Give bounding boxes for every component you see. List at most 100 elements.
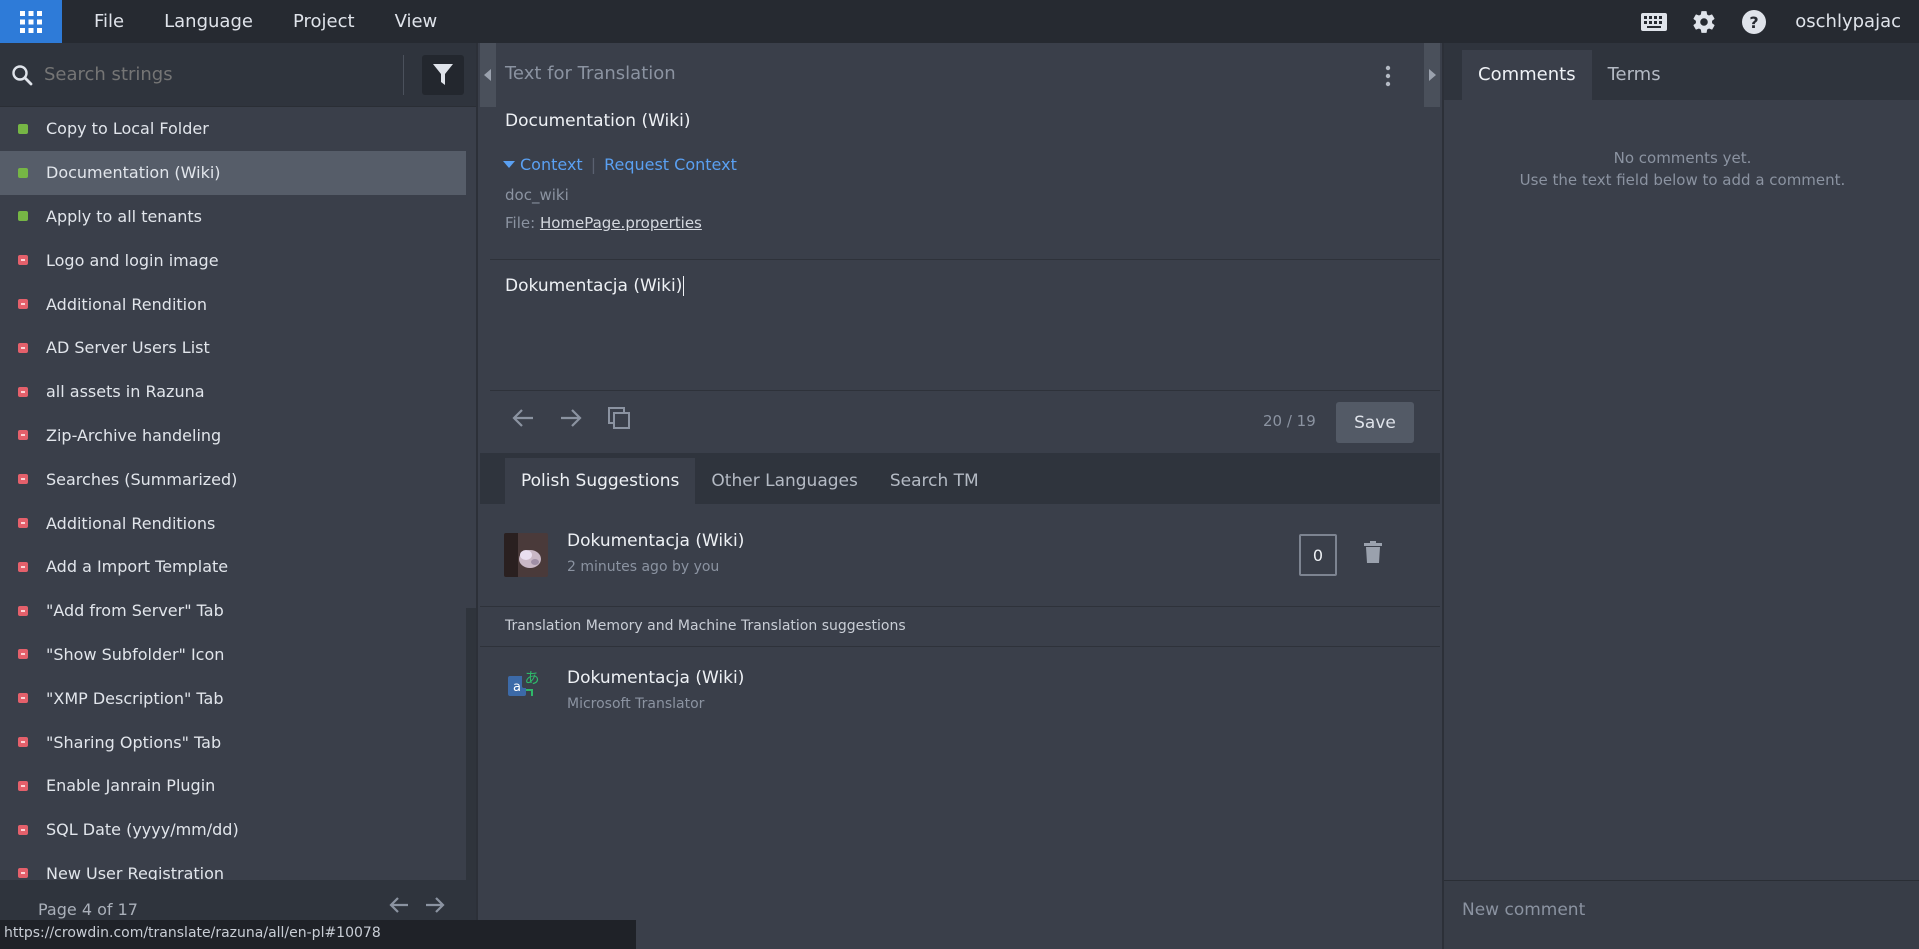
string-list-item[interactable]: Additional Rendition: [0, 282, 466, 326]
suggestion-meta: 2 minutes ago by you: [567, 559, 720, 575]
string-list-item-label: all assets in Razuna: [46, 382, 205, 402]
string-list-item-label: "Show Subfolder" Icon: [46, 644, 225, 664]
untranslated-status-icon: [18, 255, 28, 266]
string-list-item[interactable]: "Sharing Options" Tab: [0, 720, 466, 764]
context-row: Context | Request Context: [503, 155, 737, 174]
vote-count[interactable]: 0: [1299, 534, 1337, 576]
help-button[interactable]: ?: [1729, 0, 1779, 43]
string-list: Copy to Local Folder Documentation (Wiki)…: [0, 107, 466, 880]
next-string-button[interactable]: [558, 405, 584, 431]
search-divider: [403, 54, 404, 95]
strings-panel: Copy to Local Folder Documentation (Wiki)…: [0, 43, 478, 949]
filter-icon: [433, 63, 453, 85]
request-context-link[interactable]: Request Context: [604, 155, 737, 174]
empty-comments-line-2: Use the text field below to add a commen…: [1519, 171, 1846, 189]
string-list-item[interactable]: Additional Renditions: [0, 501, 466, 545]
context-link[interactable]: Context: [520, 155, 583, 174]
string-list-item[interactable]: Apply to all tenants: [0, 195, 466, 239]
tab-comments[interactable]: Comments: [1462, 50, 1592, 100]
translation-input[interactable]: Dokumentacja (Wiki): [505, 276, 685, 296]
string-list-item[interactable]: New User Registration: [0, 852, 466, 880]
top-bar: File Language Project View ? oschlypajac: [0, 0, 1919, 43]
page-label: Page 4 of 17: [38, 900, 138, 919]
untranslated-status-icon: [18, 386, 28, 397]
menu-project[interactable]: Project: [273, 0, 375, 43]
tab-polish-suggestions[interactable]: Polish Suggestions: [505, 458, 696, 504]
apps-icon: [20, 10, 42, 33]
divider: [490, 259, 1440, 260]
caret-down-icon: [503, 160, 515, 168]
string-list-item-label: Apply to all tenants: [46, 206, 202, 226]
tab-other-languages[interactable]: Other Languages: [695, 458, 873, 504]
suggestion-item[interactable]: Dokumentacja (Wiki) 2 minutes ago by you…: [480, 511, 1440, 606]
string-list-item[interactable]: Searches (Summarized): [0, 457, 466, 501]
previous-string-button[interactable]: [510, 405, 536, 431]
help-icon: ?: [1742, 9, 1767, 34]
apps-menu-button[interactable]: [0, 0, 62, 43]
string-list-item[interactable]: AD Server Users List: [0, 326, 466, 370]
string-list-item[interactable]: Enable Janrain Plugin: [0, 764, 466, 808]
menu-file[interactable]: File: [74, 0, 144, 43]
settings-button[interactable]: [1679, 0, 1729, 43]
keyboard-shortcuts-button[interactable]: [1629, 0, 1679, 43]
translator-icon: a あ: [508, 668, 542, 702]
string-list-item-label: Add a Import Template: [46, 557, 229, 577]
string-list-item-label: "Add from Server" Tab: [46, 601, 224, 621]
string-list-item-label: Zip-Archive handeling: [46, 425, 222, 445]
string-list-item[interactable]: "Show Subfolder" Icon: [0, 633, 466, 677]
copy-source-button[interactable]: [606, 405, 632, 431]
menu-view[interactable]: View: [375, 0, 458, 43]
scrollbar[interactable]: [466, 608, 476, 880]
more-options-button[interactable]: [1385, 65, 1391, 91]
new-comment-input[interactable]: New comment: [1444, 880, 1919, 949]
string-list-item[interactable]: Copy to Local Folder: [0, 107, 466, 151]
string-list-item[interactable]: Documentation (Wiki): [0, 150, 466, 195]
comments-panel: Comments Terms No comments yet. Use the …: [1442, 43, 1919, 949]
string-list-item[interactable]: Logo and login image: [0, 238, 466, 282]
untranslated-status-icon: [18, 474, 28, 485]
username[interactable]: oschlypajac: [1779, 11, 1919, 32]
chevron-right-icon: [1429, 69, 1436, 81]
file-info: File: HomePage.properties: [505, 214, 702, 232]
untranslated-status-icon: [18, 342, 28, 353]
string-list-item[interactable]: SQL Date (yyyy/mm/dd): [0, 808, 466, 852]
string-list-item-label: "XMP Description" Tab: [46, 688, 224, 708]
string-list-item-label: Searches (Summarized): [46, 469, 238, 489]
tab-search-tm[interactable]: Search TM: [874, 458, 995, 504]
filter-button[interactable]: [422, 54, 464, 95]
collapse-left-button[interactable]: [480, 43, 496, 107]
string-list-item-label: Enable Janrain Plugin: [46, 776, 216, 796]
untranslated-status-icon: [18, 605, 28, 616]
collapse-right-button[interactable]: [1424, 43, 1440, 107]
string-list-item[interactable]: all assets in Razuna: [0, 370, 466, 414]
untranslated-status-icon: [18, 561, 28, 572]
mt-suggestion-item[interactable]: a あ Dokumentacja (Wiki) Microsoft Transl…: [480, 648, 1440, 743]
suggestion-text: Dokumentacja (Wiki): [567, 531, 745, 551]
string-list-item[interactable]: Zip-Archive handeling: [0, 414, 466, 458]
string-list-item[interactable]: "Add from Server" Tab: [0, 589, 466, 633]
menu-language[interactable]: Language: [144, 0, 273, 43]
file-link[interactable]: HomePage.properties: [540, 214, 702, 232]
suggestion-tabs: Polish Suggestions Other Languages Searc…: [480, 453, 1440, 504]
chevron-left-icon: [484, 69, 491, 81]
translated-status-icon: [18, 211, 28, 222]
string-list-item[interactable]: Add a Import Template: [0, 545, 466, 589]
string-list-item[interactable]: "XMP Description" Tab: [0, 676, 466, 720]
save-button[interactable]: Save: [1336, 402, 1414, 443]
string-list-item-label: Additional Rendition: [46, 294, 208, 314]
file-prefix: File:: [505, 214, 536, 232]
keyboard-icon: [1641, 12, 1668, 31]
tab-terms[interactable]: Terms: [1592, 50, 1677, 100]
pager-arrows: [388, 896, 446, 914]
string-list-item-label: New User Registration: [46, 863, 225, 880]
search-input[interactable]: [44, 64, 403, 85]
next-page-icon[interactable]: [424, 896, 446, 914]
untranslated-status-icon: [18, 824, 28, 835]
previous-page-icon[interactable]: [388, 896, 410, 914]
empty-comments-line-1: No comments yet.: [1613, 149, 1752, 167]
string-list-item-label: Documentation (Wiki): [46, 163, 221, 183]
suggestion-source: Microsoft Translator: [567, 696, 705, 712]
delete-suggestion-button[interactable]: [1364, 541, 1382, 567]
tm-mt-header: Translation Memory and Machine Translati…: [480, 606, 1440, 647]
untranslated-status-icon: [18, 430, 28, 441]
